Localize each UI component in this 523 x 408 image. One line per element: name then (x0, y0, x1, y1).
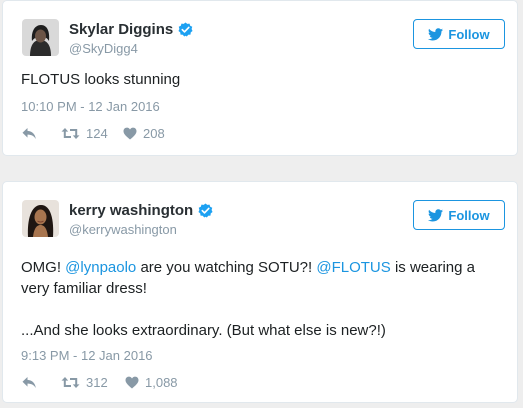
retweet-button[interactable]: 312 (61, 375, 125, 390)
twitter-bird-icon (428, 208, 444, 221)
follow-button[interactable]: Follow (413, 19, 505, 49)
tweet-text: OMG! @lynpaolo are you watching SOTU?! @… (21, 259, 475, 297)
verified-badge-icon (198, 203, 213, 218)
like-button[interactable]: 208 (123, 126, 165, 141)
user-handle[interactable]: @kerrywashington (69, 222, 177, 237)
tweet-text-line: ...And she looks extraordinary. (But wha… (21, 322, 386, 339)
follow-button[interactable]: Follow (413, 200, 505, 230)
reply-button[interactable] (21, 127, 61, 140)
avatar[interactable] (22, 200, 59, 237)
follow-button-label: Follow (448, 207, 490, 223)
like-count: 208 (143, 126, 165, 141)
tweet-actions: 124 208 (21, 126, 165, 141)
verified-badge-icon (178, 22, 193, 37)
tweet-timestamp[interactable]: 9:13 PM - 12 Jan 2016 (21, 348, 153, 363)
tweet-timestamp[interactable]: 10:10 PM - 12 Jan 2016 (21, 99, 160, 114)
tweet-text: FLOTUS looks stunning (21, 71, 181, 88)
reply-icon (22, 377, 36, 388)
user-name[interactable]: Skylar Diggins (69, 21, 193, 38)
retweet-count: 312 (86, 375, 108, 390)
retweet-icon (61, 377, 80, 388)
tweet-card: kerry washington @kerrywashington Follow… (2, 181, 518, 403)
reply-icon (22, 128, 36, 139)
retweet-button[interactable]: 124 (61, 126, 123, 141)
user-handle[interactable]: @SkyDigg4 (69, 41, 138, 56)
heart-icon (123, 127, 137, 140)
display-name[interactable]: kerry washington (69, 202, 193, 219)
heart-icon (125, 376, 139, 389)
retweet-icon (61, 128, 80, 139)
twitter-bird-icon (428, 27, 444, 40)
user-name[interactable]: kerry washington (69, 202, 213, 219)
avatar[interactable] (22, 19, 59, 56)
tweet-card: Skylar Diggins @SkyDigg4 Follow FLOTUS l… (2, 0, 518, 156)
display-name[interactable]: Skylar Diggins (69, 21, 173, 38)
mention-link[interactable]: @FLOTUS (316, 259, 390, 276)
like-count: 1,088 (145, 375, 178, 390)
reply-button[interactable] (21, 376, 61, 389)
follow-button-label: Follow (448, 26, 490, 42)
like-button[interactable]: 1,088 (125, 375, 178, 390)
tweet-actions: 312 1,088 (21, 375, 178, 390)
retweet-count: 124 (86, 126, 108, 141)
mention-link[interactable]: @lynpaolo (65, 259, 136, 276)
